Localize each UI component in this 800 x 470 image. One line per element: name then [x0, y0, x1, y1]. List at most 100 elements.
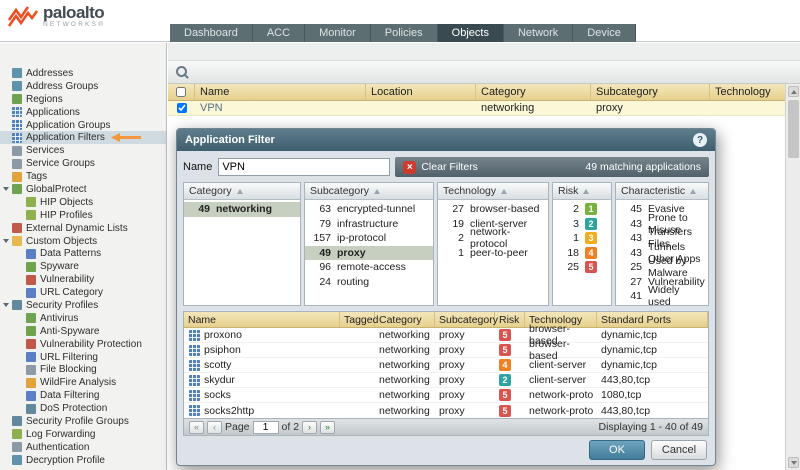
sidebar-item-antivirus[interactable]: Antivirus [0, 312, 166, 325]
sidebar-item-data-filtering[interactable]: Data Filtering [0, 389, 166, 402]
filter-option-risk-2[interactable]: 32 [553, 217, 611, 232]
sidebar-item-file-blocking[interactable]: File Blocking [0, 363, 166, 376]
ok-button[interactable]: OK [589, 440, 645, 460]
characteristic-column-header[interactable]: Characteristic [616, 183, 708, 200]
scroll-up-icon[interactable] [788, 86, 799, 97]
column-header-technology[interactable]: Technology [710, 84, 785, 100]
sidebar-item-anti-spyware[interactable]: Anti-Spyware [0, 325, 166, 338]
first-page-button[interactable]: « [189, 421, 204, 434]
results-column-tagged[interactable]: Tagged [340, 312, 375, 327]
filter-option-risk-5[interactable]: 255 [553, 260, 611, 275]
sidebar-item-custom-objects[interactable]: Custom Objects [0, 235, 166, 248]
results-column-category[interactable]: Category [375, 312, 435, 327]
sidebar-item-address-groups[interactable]: Address Groups [0, 80, 166, 93]
result-row-skydur[interactable]: skydur networking proxy 2 client-server … [184, 373, 708, 388]
scrollbar-thumb[interactable] [788, 100, 799, 158]
tab-policies[interactable]: Policies [371, 24, 438, 42]
filter-option-remote-access[interactable]: 96remote-access [305, 260, 433, 275]
tab-dashboard[interactable]: Dashboard [170, 24, 253, 42]
sidebar-item-vulnerability[interactable]: Vulnerability [0, 273, 166, 286]
sidebar-item-wildfire-analysis[interactable]: WildFire Analysis [0, 376, 166, 389]
technology-column-header[interactable]: Technology [438, 183, 548, 200]
cell-name[interactable]: VPN [195, 101, 366, 115]
result-row-proxono[interactable]: proxono networking proxy 5 browser-based… [184, 328, 708, 343]
caret-down-icon[interactable] [3, 236, 12, 246]
column-header-category[interactable]: Category [476, 84, 591, 100]
last-page-button[interactable]: » [320, 421, 335, 434]
filter-option-widely-used[interactable]: 41Widely used [616, 289, 708, 304]
tab-objects[interactable]: Objects [438, 24, 504, 42]
results-column-risk[interactable]: Risk [495, 312, 525, 327]
next-page-button[interactable]: › [302, 421, 317, 434]
scroll-down-icon[interactable] [788, 457, 799, 468]
select-all-checkbox[interactable] [176, 87, 186, 97]
search-icon[interactable] [176, 66, 189, 79]
column-header-name[interactable]: Name [195, 84, 366, 100]
sidebar-item-external-dynamic-lists[interactable]: External Dynamic Lists [0, 222, 166, 235]
sidebar-item-security-profile-groups[interactable]: Security Profile Groups [0, 415, 166, 428]
caret-down-icon[interactable] [3, 184, 12, 194]
page-input[interactable] [253, 421, 279, 434]
filter-option-proxy[interactable]: 49proxy [305, 246, 433, 261]
filter-option-encrypted-tunnel[interactable]: 63encrypted-tunnel [305, 202, 433, 217]
filter-option-infrastructure[interactable]: 79infrastructure [305, 217, 433, 232]
result-row-socks2http[interactable]: socks2http networking proxy 5 network-pr… [184, 403, 708, 418]
category-column-header[interactable]: Category [184, 183, 300, 200]
tab-network[interactable]: Network [504, 24, 573, 42]
sidebar-item-url-filtering[interactable]: URL Filtering [0, 351, 166, 364]
results-column-subcategory[interactable]: Subcategory [435, 312, 495, 327]
cell-category: networking [375, 344, 435, 356]
tab-acc[interactable]: ACC [253, 24, 305, 42]
filter-option-browser-based[interactable]: 27browser-based [438, 202, 548, 217]
sidebar-item-services[interactable]: Services [0, 144, 166, 157]
filter-option-risk-1[interactable]: 21 [553, 202, 611, 217]
filter-option-network-protocol[interactable]: 2network-protocol [438, 231, 548, 246]
sidebar-item-applications[interactable]: Applications [0, 106, 166, 119]
filter-option-used-by-malware[interactable]: 25Used by Malware [616, 260, 708, 275]
cancel-button[interactable]: Cancel [651, 440, 707, 460]
sidebar-item-dos-protection[interactable]: DoS Protection [0, 402, 166, 415]
sidebar-item-tags[interactable]: Tags [0, 170, 166, 183]
filter-option-risk-3[interactable]: 13 [553, 231, 611, 246]
sidebar-item-application-groups[interactable]: Application Groups [0, 119, 166, 132]
sidebar-item-hip-objects[interactable]: HIP Objects [0, 196, 166, 209]
sidebar-item-application-filters[interactable]: Application Filters [0, 131, 166, 144]
subcategory-column-header[interactable]: Subcategory [305, 183, 433, 200]
results-column-name[interactable]: Name [184, 312, 340, 327]
result-row-socks[interactable]: socks networking proxy 5 network-proto 1… [184, 388, 708, 403]
column-header-subcategory[interactable]: Subcategory [591, 84, 710, 100]
sidebar-item-spyware[interactable]: Spyware [0, 260, 166, 273]
vertical-scrollbar[interactable] [785, 84, 800, 470]
clear-filters-button[interactable]: Clear Filters [421, 161, 478, 173]
sidebar-item-data-patterns[interactable]: Data Patterns [0, 247, 166, 260]
sidebar-item-globalprotect[interactable]: GlobalProtect [0, 183, 166, 196]
sidebar-item-security-profiles[interactable]: Security Profiles [0, 299, 166, 312]
tab-device[interactable]: Device [573, 24, 636, 42]
filter-option-routing[interactable]: 24routing [305, 275, 433, 290]
caret-down-icon[interactable] [3, 300, 12, 310]
clear-filters-icon[interactable]: × [403, 161, 416, 174]
sidebar-item-addresses[interactable]: Addresses [0, 67, 166, 80]
name-input[interactable] [218, 158, 390, 176]
result-row-scotty[interactable]: scotty networking proxy 4 client-server … [184, 358, 708, 373]
sidebar-item-regions[interactable]: Regions [0, 93, 166, 106]
help-icon[interactable]: ? [693, 133, 707, 147]
tab-monitor[interactable]: Monitor [305, 24, 371, 42]
row-checkbox[interactable] [177, 103, 187, 113]
sidebar-item-url-category[interactable]: URL Category [0, 286, 166, 299]
sidebar-item-vulnerability-protection[interactable]: Vulnerability Protection [0, 338, 166, 351]
result-row-psiphon[interactable]: psiphon networking proxy 5 browser-based… [184, 343, 708, 358]
sidebar-item-log-forwarding[interactable]: Log Forwarding [0, 428, 166, 441]
prev-page-button[interactable]: ‹ [207, 421, 222, 434]
table-row-vpn[interactable]: VPN networking proxy [168, 101, 785, 116]
sidebar-item-decryption-profile[interactable]: Decryption Profile [0, 454, 166, 467]
sidebar-item-hip-profiles[interactable]: HIP Profiles [0, 209, 166, 222]
filter-option-risk-4[interactable]: 184 [553, 246, 611, 261]
risk-column-header[interactable]: Risk [553, 183, 611, 200]
results-column-standard-ports[interactable]: Standard Ports [597, 312, 708, 327]
filter-option-ip-protocol[interactable]: 157ip-protocol [305, 231, 433, 246]
sidebar-item-authentication[interactable]: Authentication [0, 441, 166, 454]
filter-option-networking[interactable]: 49networking [184, 202, 300, 217]
column-header-location[interactable]: Location [366, 84, 476, 100]
sidebar-item-service-groups[interactable]: Service Groups [0, 157, 166, 170]
